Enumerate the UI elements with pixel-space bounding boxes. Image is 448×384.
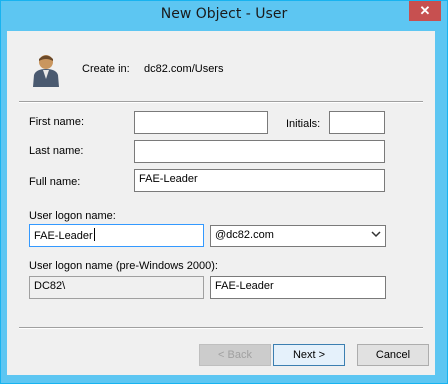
logon-name-field[interactable]: FAE-Leader (29, 224, 204, 247)
logon-name-value: FAE-Leader (34, 230, 93, 242)
initials-field[interactable] (329, 111, 385, 134)
first-name-label: First name: (29, 116, 85, 128)
create-in-path: dc82.com/Users (144, 63, 224, 75)
close-button[interactable]: ✕ (409, 1, 441, 21)
initials-label: Initials: (286, 118, 321, 130)
domain-value: @dc82.com (215, 229, 274, 241)
window-title: New Object - User (160, 6, 288, 22)
full-name-field[interactable]: FAE-Leader (134, 169, 385, 192)
title-bar[interactable]: New Object - User ✕ (1, 1, 447, 31)
user-icon (33, 55, 59, 87)
full-name-label: Full name: (29, 176, 81, 188)
chevron-down-icon (371, 231, 381, 238)
text-caret (93, 228, 95, 241)
next-button[interactable]: Next > (273, 344, 345, 366)
dialog-window: New Object - User ✕ Create in: dc82.com/… (0, 0, 448, 384)
domain-select[interactable]: @dc82.com (210, 225, 386, 247)
last-name-label: Last name: (29, 145, 84, 157)
back-button[interactable]: < Back (199, 344, 271, 366)
pre2000-domain-field: DC82\ (29, 276, 204, 299)
create-in-label: Create in: (82, 63, 130, 75)
first-name-field[interactable] (134, 111, 268, 134)
close-icon: ✕ (419, 3, 431, 18)
pre2000-label: User logon name (pre-Windows 2000): (29, 260, 218, 272)
divider (19, 101, 423, 103)
cancel-button[interactable]: Cancel (357, 344, 429, 366)
dialog-content: Create in: dc82.com/Users First name: In… (7, 31, 435, 375)
logon-name-label: User logon name: (29, 210, 116, 222)
divider (19, 327, 423, 329)
last-name-field[interactable] (134, 140, 385, 163)
pre2000-name-field[interactable]: FAE-Leader (210, 276, 386, 299)
